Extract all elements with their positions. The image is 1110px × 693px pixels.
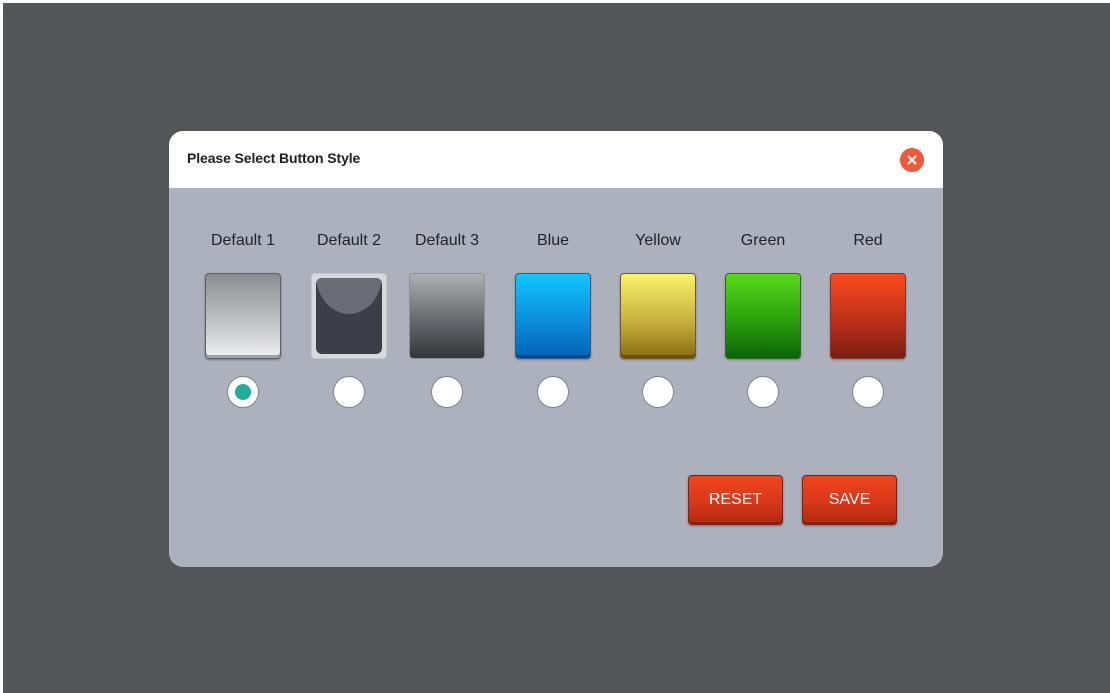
radio-blue[interactable] <box>537 376 569 408</box>
swatch-default-1[interactable] <box>205 273 281 359</box>
radio-default-1[interactable] <box>227 376 259 408</box>
radio-default-2[interactable] <box>333 376 365 408</box>
style-option-default-2: Default 2 <box>299 188 399 418</box>
option-label: Default 2 <box>316 232 382 249</box>
style-option-default-1: Default 1 <box>193 188 293 418</box>
radio-yellow[interactable] <box>642 376 674 408</box>
style-option-red: Red <box>818 188 918 418</box>
dialog-title: Please Select Button Style <box>187 150 361 166</box>
close-icon <box>907 155 917 165</box>
swatch-default-3[interactable] <box>409 273 485 359</box>
save-button[interactable]: SAVE <box>802 475 897 525</box>
style-option-blue: Blue <box>503 188 603 418</box>
option-label: Blue <box>536 232 570 249</box>
style-option-default-3: Default 3 <box>397 188 497 418</box>
swatch-blue[interactable] <box>515 273 591 359</box>
swatch-green[interactable] <box>725 273 801 359</box>
reset-button[interactable]: RESET <box>688 475 783 525</box>
option-label: Default 3 <box>414 232 480 249</box>
swatch-yellow[interactable] <box>620 273 696 359</box>
dialog-header: Please Select Button Style <box>169 131 943 188</box>
option-label: Green <box>740 232 786 249</box>
close-button[interactable] <box>900 148 924 172</box>
swatch-inner <box>316 278 382 354</box>
option-label: Yellow <box>635 232 681 249</box>
option-label: Red <box>853 232 883 249</box>
option-label: Default 1 <box>210 232 276 249</box>
radio-red[interactable] <box>852 376 884 408</box>
swatch-red[interactable] <box>830 273 906 359</box>
radio-default-3[interactable] <box>431 376 463 408</box>
style-option-green: Green <box>713 188 813 418</box>
radio-green[interactable] <box>747 376 779 408</box>
swatch-default-2[interactable] <box>311 273 387 359</box>
style-option-yellow: Yellow <box>608 188 708 418</box>
button-style-dialog: Please Select Button Style Default 1 Def… <box>169 131 943 567</box>
